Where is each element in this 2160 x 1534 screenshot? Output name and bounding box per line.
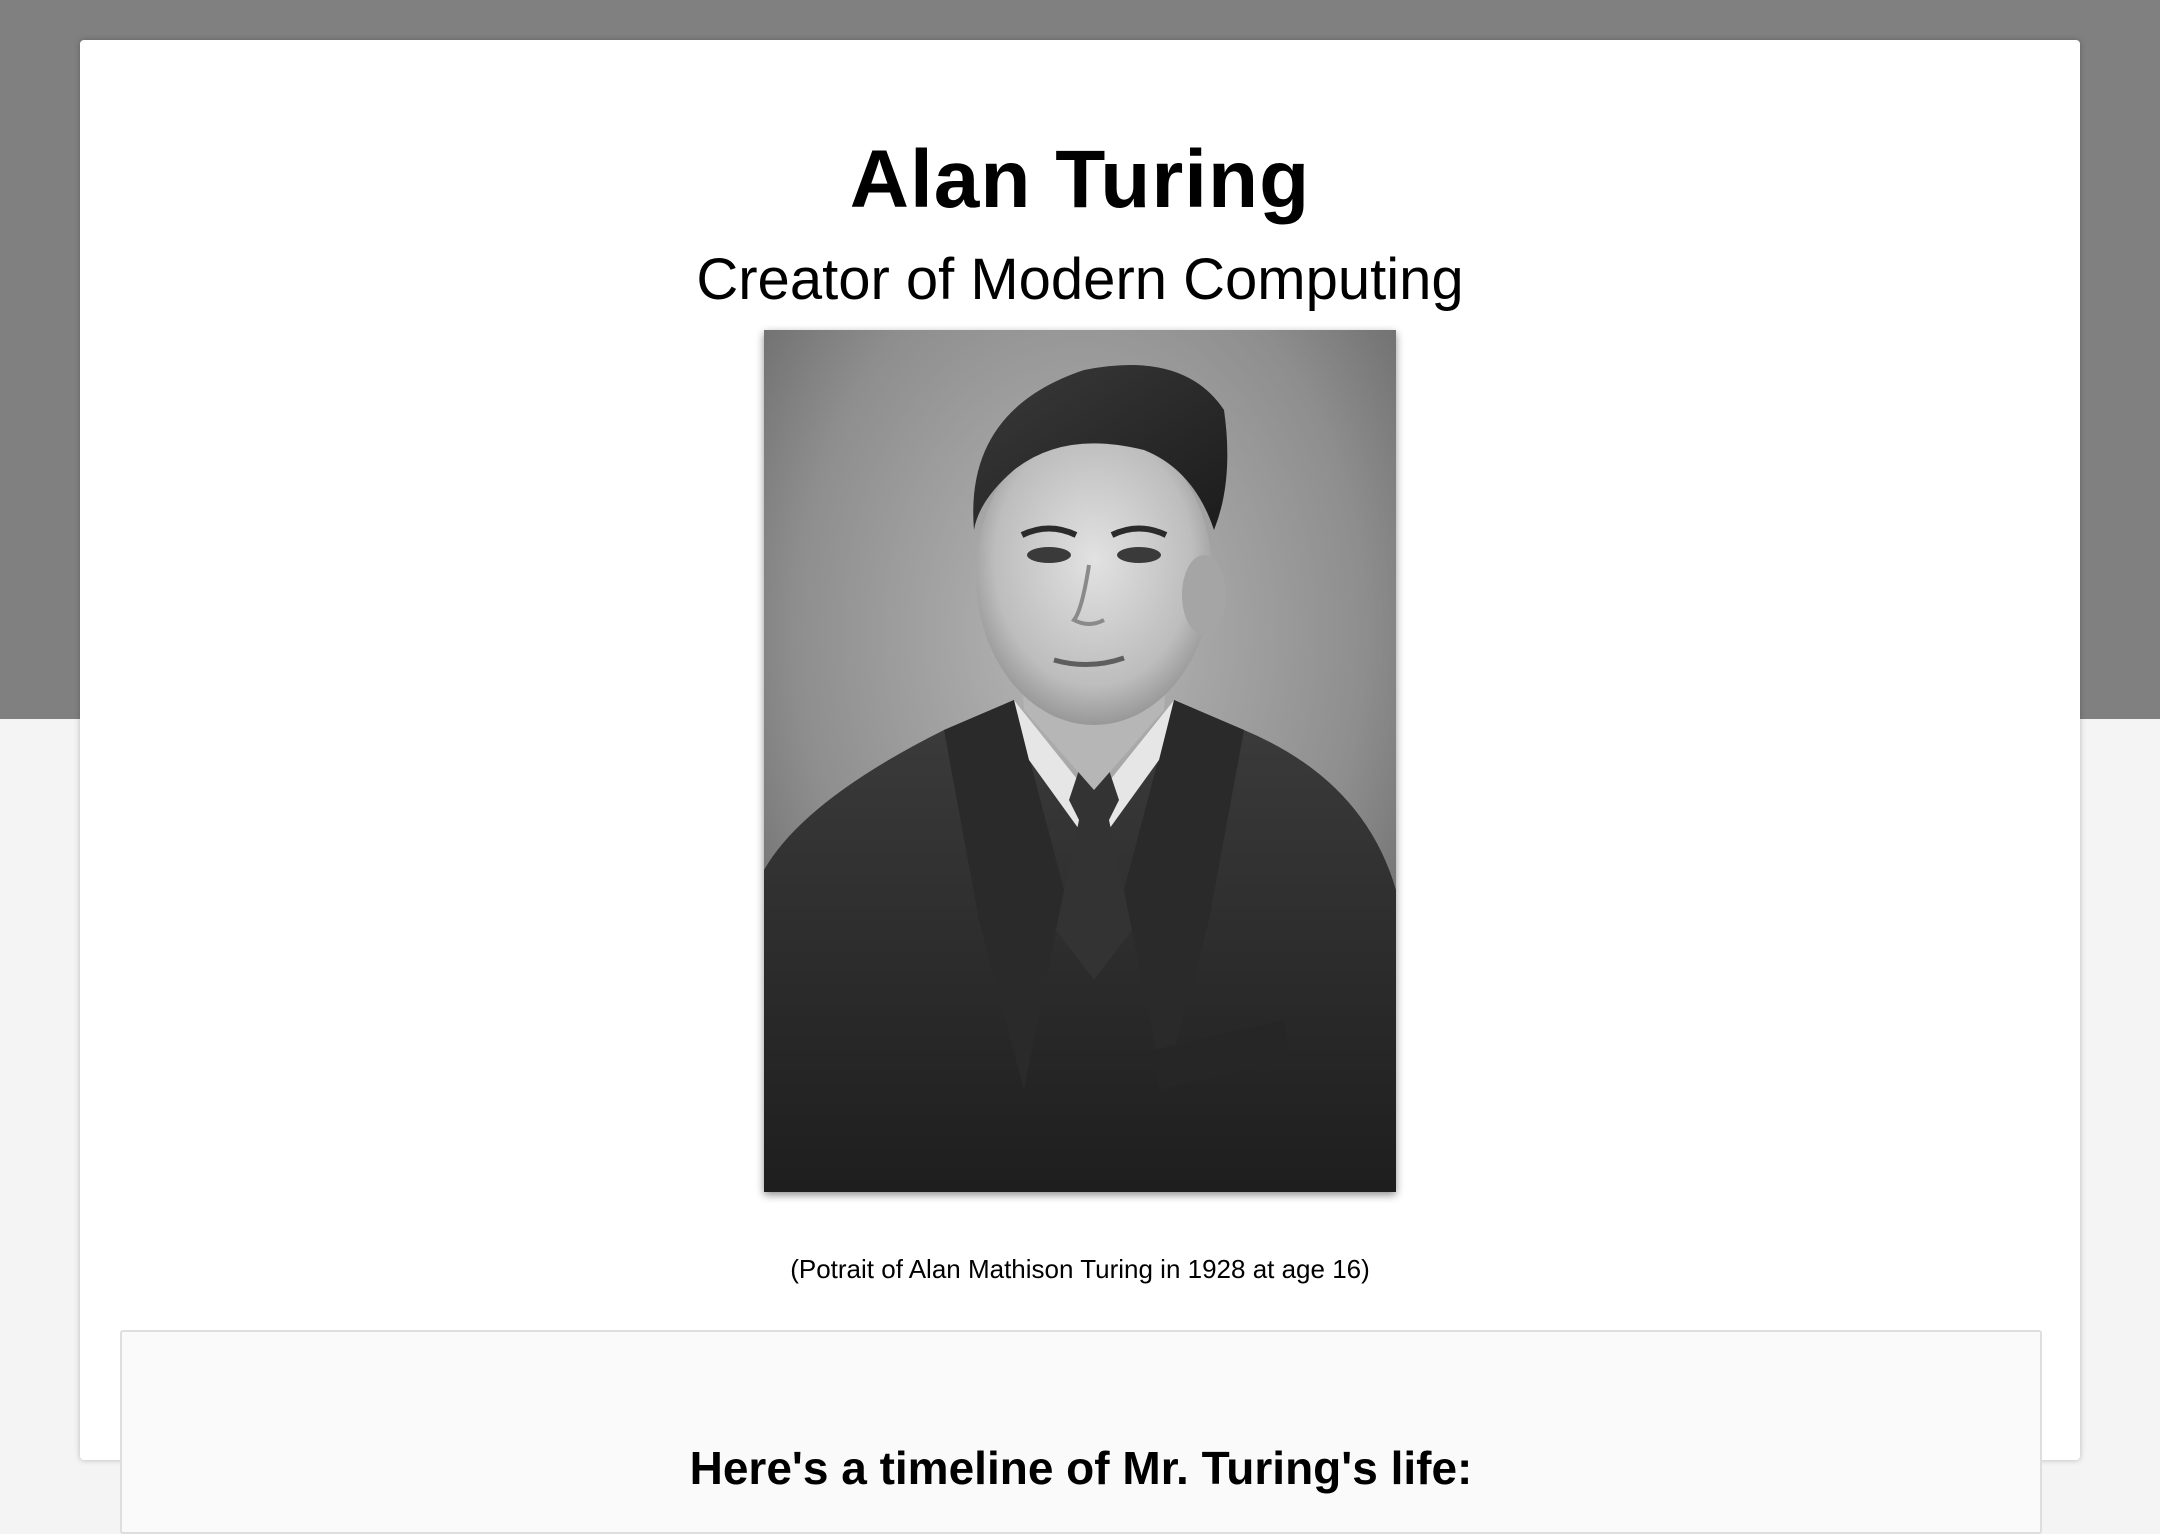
page-subtitle: Creator of Modern Computing bbox=[696, 247, 1464, 312]
tribute-card: Alan Turing Creator of Modern Computing bbox=[80, 40, 2080, 1534]
portrait-caption: (Potrait of Alan Mathison Turing in 1928… bbox=[790, 1254, 1370, 1284]
portrait-image bbox=[764, 330, 1396, 1192]
timeline-heading: Here's a timeline of Mr. Turing's life: bbox=[689, 1442, 1473, 1494]
page-title: Alan Turing bbox=[849, 134, 1311, 225]
timeline-section: Here's a timeline of Mr. Turing's life: bbox=[120, 1330, 2042, 1534]
